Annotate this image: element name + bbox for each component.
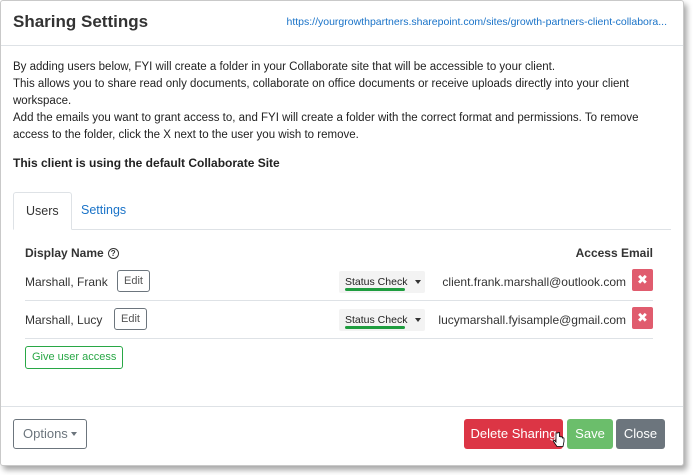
dialog-header: Sharing Settings https://yourgrowthpartn… bbox=[1, 1, 683, 46]
status-check-dropdown[interactable]: Status Check bbox=[339, 271, 425, 293]
intro-text-3: Add the emails you want to grant access … bbox=[13, 112, 639, 141]
tab-settings[interactable]: Settings bbox=[69, 192, 138, 229]
intro-text-1: By adding users below, FYI will create a… bbox=[13, 61, 556, 73]
collaborate-site-link[interactable]: https://yourgrowthpartners.sharepoint.co… bbox=[286, 16, 667, 28]
help-icon[interactable]: ? bbox=[107, 248, 119, 259]
status-check-dropdown[interactable]: Status Check bbox=[339, 309, 425, 331]
tab-users[interactable]: Users bbox=[13, 192, 72, 230]
dialog-footer: Options Delete Sharing Save Close bbox=[1, 406, 683, 467]
options-button[interactable]: Options bbox=[13, 419, 87, 449]
default-site-notice: This client is using the default Collabo… bbox=[13, 156, 280, 170]
dialog-body: By adding users below, FYI will create a… bbox=[1, 46, 683, 380]
user-name: Marshall, Lucy bbox=[25, 313, 103, 327]
remove-user-button[interactable]: ✖ bbox=[632, 307, 653, 329]
access-email-header: Access Email bbox=[575, 246, 653, 260]
display-name-label: Display Name bbox=[25, 246, 104, 260]
options-label: Options bbox=[23, 426, 68, 441]
table-row: Marshall, Lucy Edit Status Check lucymar… bbox=[25, 301, 653, 339]
user-name: Marshall, Frank bbox=[25, 275, 108, 289]
hand-cursor-icon bbox=[553, 432, 565, 447]
tab-bar: Users Settings bbox=[13, 192, 671, 230]
edit-button[interactable]: Edit bbox=[114, 308, 147, 330]
edit-button[interactable]: Edit bbox=[117, 270, 150, 292]
give-user-access-button[interactable]: Give user access bbox=[25, 346, 124, 369]
table-row: Marshall, Frank Edit Status Check client… bbox=[25, 263, 653, 301]
user-email: client.frank.marshall@outlook.com bbox=[442, 275, 626, 289]
sharing-settings-dialog: Sharing Settings https://yourgrowthpartn… bbox=[0, 0, 684, 466]
chevron-down-icon bbox=[415, 280, 421, 284]
status-ok-indicator bbox=[345, 288, 405, 291]
intro-text-2: This allows you to share read only docum… bbox=[13, 78, 630, 107]
delete-sharing-button[interactable]: Delete Sharing bbox=[464, 419, 563, 449]
status-ok-indicator bbox=[345, 326, 405, 329]
users-panel: Display Name? Access Email Marshall, Fra… bbox=[13, 230, 671, 380]
chevron-down-icon bbox=[415, 318, 421, 322]
remove-user-button[interactable]: ✖ bbox=[632, 269, 653, 291]
display-name-header: Display Name? bbox=[25, 245, 119, 262]
dialog-title: Sharing Settings bbox=[13, 12, 149, 31]
chevron-down-icon bbox=[70, 432, 77, 436]
user-email: lucymarshall.fyisample@gmail.com bbox=[438, 313, 626, 327]
close-button[interactable]: Close bbox=[616, 419, 665, 449]
save-button[interactable]: Save bbox=[567, 419, 613, 449]
